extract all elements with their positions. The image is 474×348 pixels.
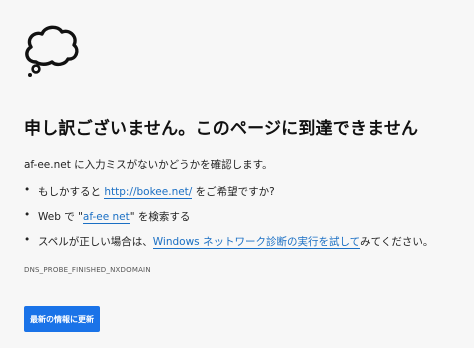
suggestion-item: • スペルが正しい場合は、Windows ネットワーク診断の実行を試してみてくださ… [24, 234, 433, 259]
summary-domain: af-ee.net [24, 159, 71, 171]
suggestion-item: • もしかすると http://bokee.net/ をご希望ですか? [24, 184, 433, 209]
web-search-link[interactable]: af-ee net [82, 211, 130, 224]
suggestion-prefix: スペルが正しい場合は、 [38, 236, 153, 248]
error-code: DNS_PROBE_FINISHED_NXDOMAIN [24, 266, 151, 274]
bullet: • [24, 209, 31, 221]
bullet: • [24, 234, 31, 246]
suggestion-item: • Web で "af-ee net" を検索する [24, 209, 433, 234]
network-diagnostics-link[interactable]: Windows ネットワーク診断の実行を試して [152, 236, 361, 249]
suggestion-prefix: Web で " [38, 211, 83, 223]
reload-button[interactable]: 最新の情報に更新 [24, 306, 100, 332]
suggestion-prefix: もしかすると [38, 186, 105, 198]
suggestion-suffix: をご希望ですか? [192, 186, 275, 198]
suggested-url-link[interactable]: http://bokee.net/ [104, 186, 193, 199]
suggestion-suffix: みてください。 [360, 236, 434, 248]
suggestions-list: • もしかすると http://bokee.net/ をご希望ですか? • Web … [24, 184, 433, 259]
error-page: 申し訳ございません。このページに到達できません af-ee.net に入力ミスが… [0, 0, 474, 348]
bullet: • [24, 184, 31, 196]
summary-text: af-ee.net に入力ミスがないかどうかを確認します。 [24, 157, 273, 172]
thought-cloud-icon [25, 25, 79, 77]
page-title: 申し訳ございません。このページに到達できません [24, 119, 419, 139]
summary-message: に入力ミスがないかどうかを確認します。 [70, 159, 273, 171]
suggestion-suffix: " を検索する [129, 211, 191, 223]
